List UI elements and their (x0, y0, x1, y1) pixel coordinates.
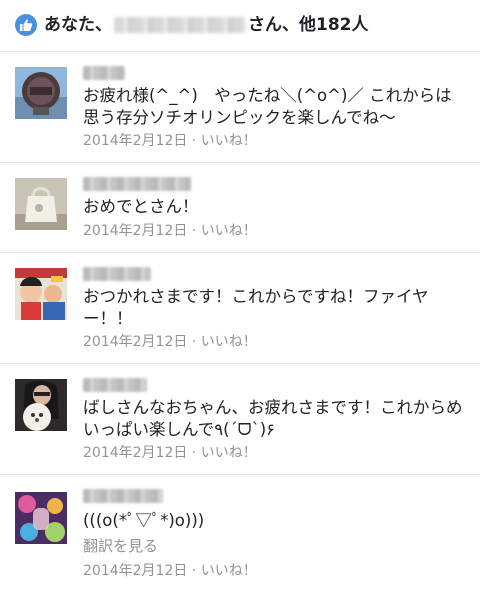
like-link[interactable]: いいね！ (201, 133, 257, 149)
comment-date[interactable]: 2014年2月12日 (83, 133, 187, 149)
comment-meta: 2014年2月12日 · いいね！ (83, 560, 257, 580)
comment-date[interactable]: 2014年2月12日 (83, 445, 187, 461)
avatar[interactable] (15, 492, 67, 544)
comment-meta: 2014年2月12日 · いいね！ (83, 220, 257, 240)
comment-meta: 2014年2月12日 · いいね！ (83, 442, 257, 462)
comment-text: ばしさんなおちゃん、お疲れさまです！これからめいっぱい楽しんで٩(ˊᗜˋ)۶ (83, 398, 463, 439)
commenter-name[interactable] (83, 177, 191, 191)
like-link[interactable]: いいね！ (201, 334, 257, 350)
likes-summary-header[interactable]: あなた、 さん、他182人 (0, 0, 480, 52)
commenter-name[interactable] (83, 267, 151, 281)
comment-meta: 2014年2月12日 · いいね！ (83, 130, 257, 150)
avatar[interactable] (15, 67, 67, 119)
likes-suffix: さん、他182人 (248, 15, 369, 35)
comment-date[interactable]: 2014年2月12日 (83, 334, 187, 350)
comment-item: おつかれさまです！これからですね！ファイヤー！！ 2014年2月12日 · いい… (0, 253, 480, 364)
meta-separator: · (187, 563, 201, 579)
comment-meta: 2014年2月12日 · いいね！ (83, 331, 257, 351)
avatar[interactable] (15, 178, 67, 230)
commenter-name[interactable] (83, 66, 125, 80)
comment-item: ばしさんなおちゃん、お疲れさまです！これからめいっぱい楽しんで٩(ˊᗜˋ)۶ 2… (0, 364, 480, 475)
comment-item: おめでとさん！ 2014年2月12日 · いいね！ (0, 163, 480, 253)
meta-separator: · (187, 334, 201, 350)
likes-prefix: あなた、 (44, 15, 112, 35)
comment-item: お疲れ様(^_^) やったね＼(^o^)／ これからは思う存分ソチオリンピックを… (0, 52, 480, 163)
comment-text: おめでとさん！ (83, 197, 199, 216)
commenter-name[interactable] (83, 378, 147, 392)
like-link[interactable]: いいね！ (201, 445, 257, 461)
meta-separator: · (187, 133, 201, 149)
comment-item: (((o(*ﾟ▽ﾟ*)o))) 翻訳を見る 2014年2月12日 · いいね！ (0, 475, 480, 596)
commenter-name[interactable] (83, 489, 163, 503)
comment-date[interactable]: 2014年2月12日 (83, 563, 187, 579)
like-link[interactable]: いいね！ (201, 223, 257, 239)
blurred-name (114, 17, 246, 33)
like-link[interactable]: いいね！ (201, 563, 257, 579)
likes-summary-text[interactable]: あなた、 さん、他182人 (44, 14, 369, 36)
see-translation-link[interactable]: 翻訳を見る (83, 535, 158, 556)
avatar[interactable] (15, 268, 67, 320)
avatar[interactable] (15, 379, 67, 431)
meta-separator: · (187, 445, 201, 461)
comment-date[interactable]: 2014年2月12日 (83, 223, 187, 239)
comment-text: お疲れ様(^_^) やったね＼(^o^)／ これからは思う存分ソチオリンピックを… (83, 86, 452, 127)
like-thumb-icon (15, 14, 37, 36)
comment-text: おつかれさまです！これからですね！ファイヤー！！ (83, 287, 429, 328)
comment-text: (((o(*ﾟ▽ﾟ*)o))) (83, 511, 205, 530)
meta-separator: · (187, 223, 201, 239)
